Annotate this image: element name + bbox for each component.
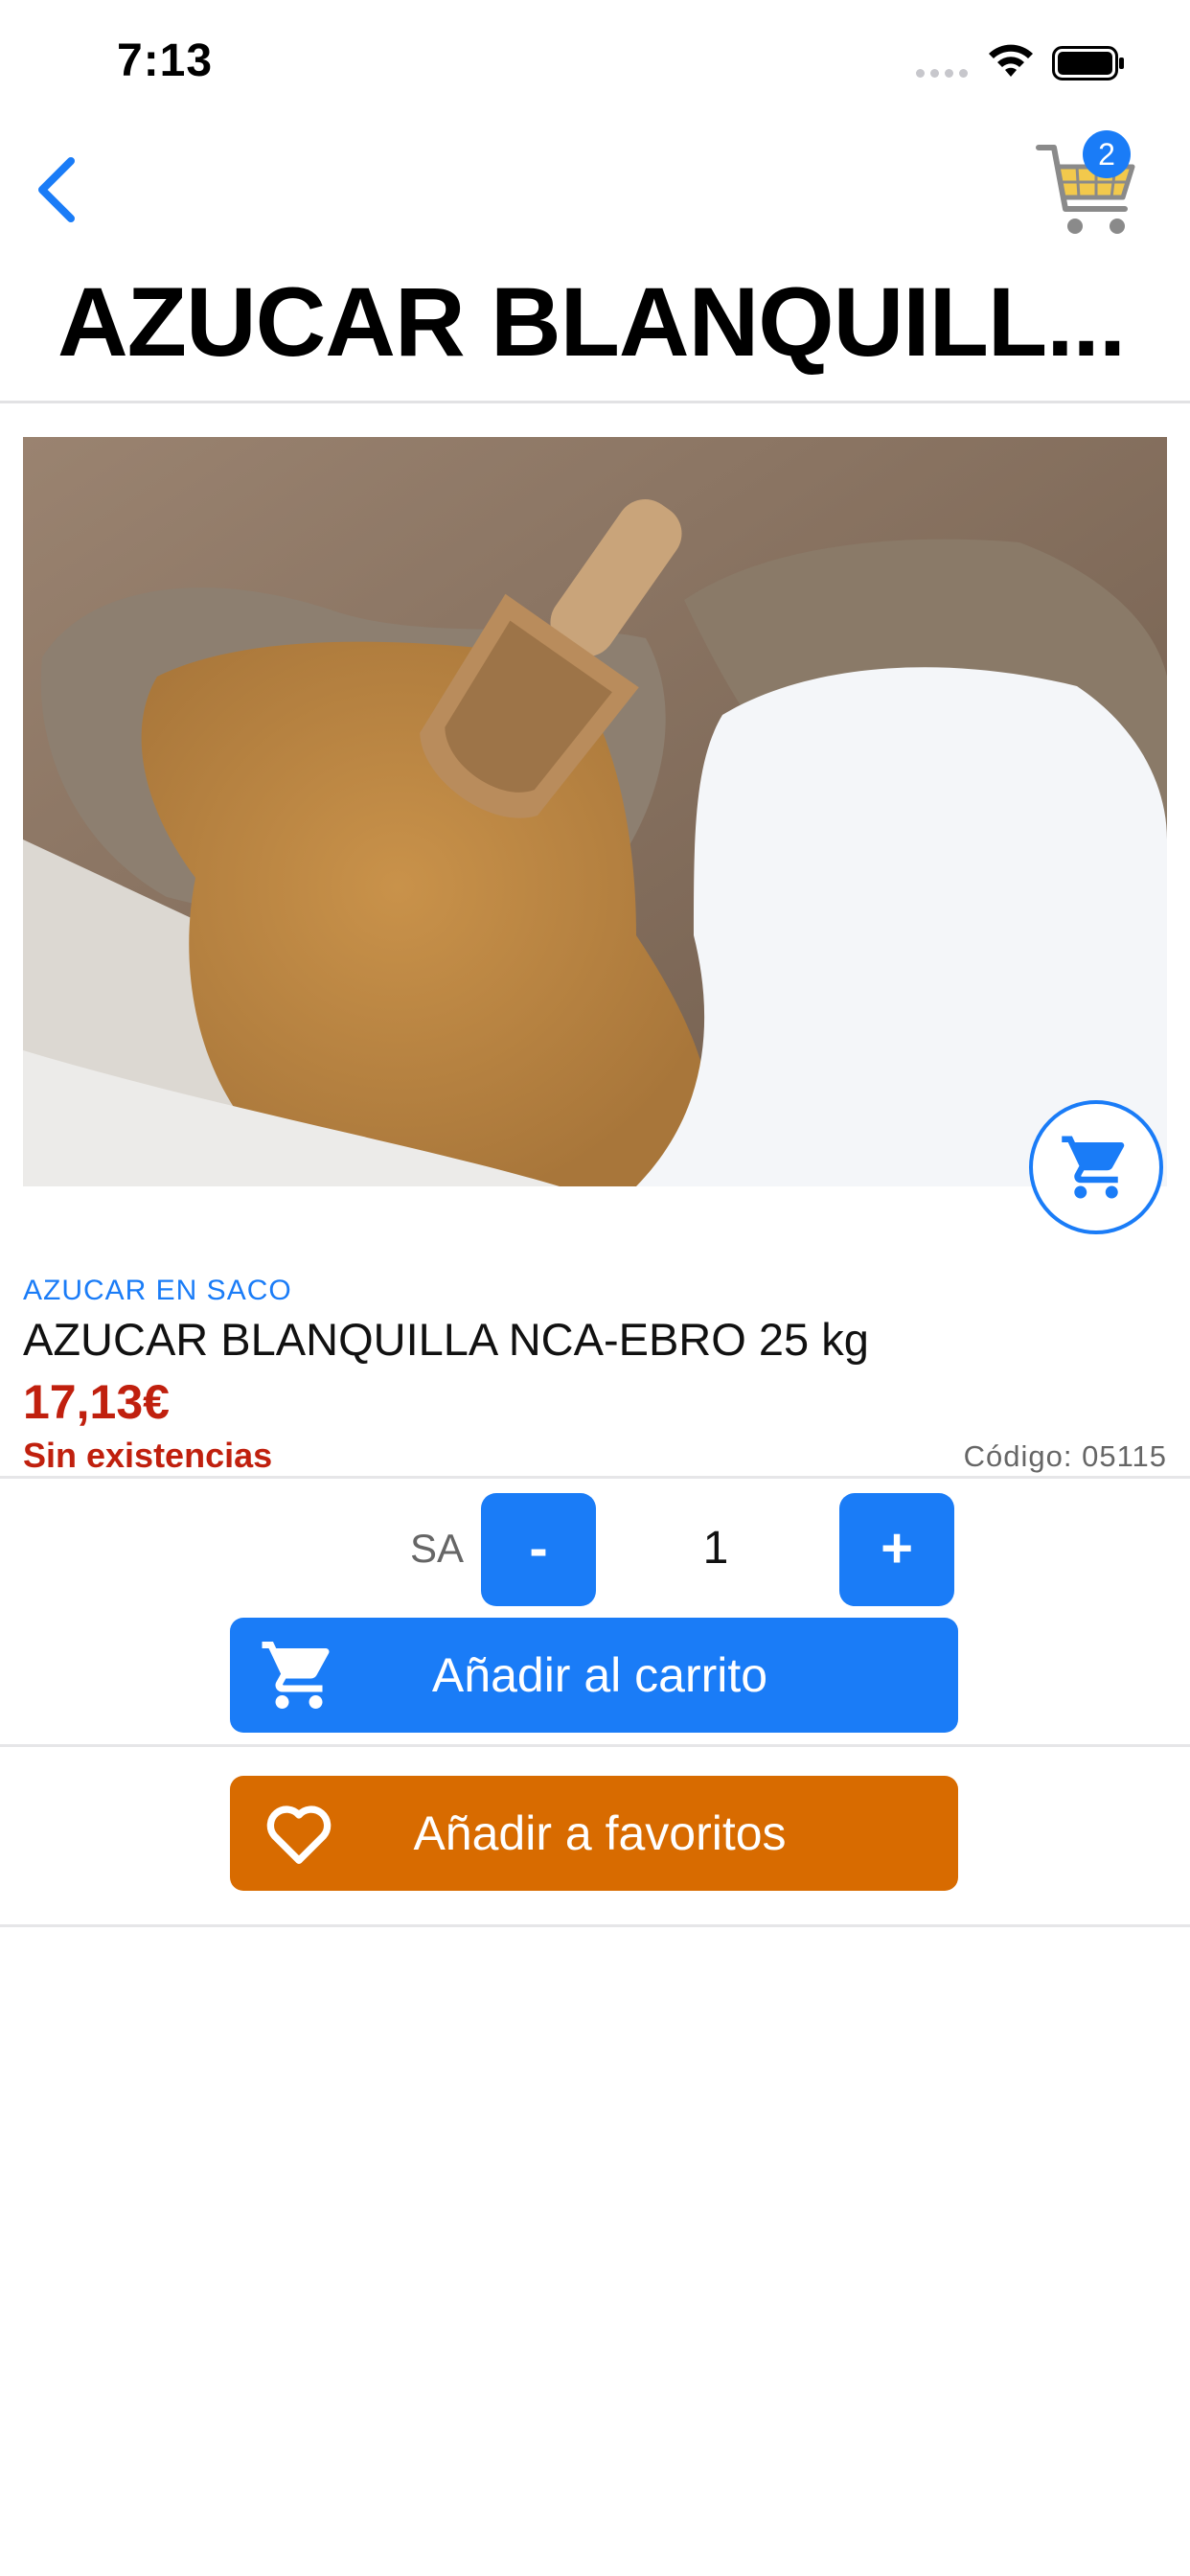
quantity-value: 1	[702, 1523, 729, 1574]
divider	[0, 1476, 1190, 1479]
add-to-cart-button[interactable]: Añadir al carrito	[230, 1618, 958, 1733]
cart-count-badge: 2	[1083, 130, 1131, 178]
back-chevron-icon[interactable]	[29, 153, 86, 226]
decrease-quantity-button[interactable]: -	[481, 1493, 596, 1606]
status-time: 7:13	[117, 35, 214, 86]
product-name: AZUCAR BLANQUILLA NCA-EBRO 25 kg	[23, 1314, 869, 1365]
add-to-cart-label: Añadir al carrito	[431, 1648, 768, 1702]
cart-icon	[1062, 1136, 1125, 1199]
cart-icon	[251, 1627, 347, 1723]
product-price: 17,13€	[23, 1375, 170, 1429]
header-divider	[0, 401, 1190, 403]
battery-icon	[1052, 46, 1124, 80]
divider	[0, 1924, 1190, 1927]
heart-icon	[251, 1785, 347, 1881]
add-to-favorites-label: Añadir a favoritos	[413, 1806, 787, 1860]
divider	[0, 1744, 1190, 1747]
add-to-favorites-button[interactable]: Añadir a favoritos	[230, 1776, 958, 1891]
page-title: AZUCAR BLANQUILL...	[57, 267, 1126, 377]
unit-label: SA	[410, 1526, 465, 1571]
increase-quantity-button[interactable]: +	[839, 1493, 954, 1606]
signal-icon	[916, 69, 968, 78]
wifi-icon	[989, 44, 1033, 77]
quick-add-cart-button[interactable]	[1029, 1100, 1163, 1234]
product-category[interactable]: AZUCAR EN SACO	[23, 1275, 292, 1307]
product-code: Código: 05115	[963, 1439, 1167, 1473]
product-image	[23, 437, 1167, 1186]
stock-status: Sin existencias	[23, 1436, 273, 1475]
